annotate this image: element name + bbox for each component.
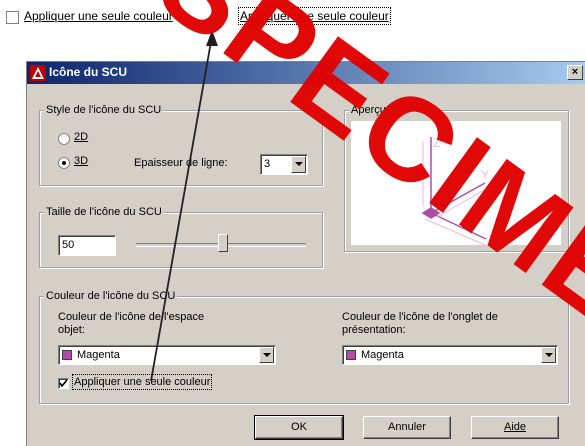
preview-canvas: Z Y xyxy=(351,121,561,246)
callout-checkbox[interactable] xyxy=(6,11,19,24)
color-group-legend: Couleur de l'icône du SCU xyxy=(44,290,178,302)
close-button[interactable]: × xyxy=(567,65,583,80)
axis-z-label: Z xyxy=(433,136,440,150)
magenta-swatch-icon xyxy=(62,350,72,360)
single-color-checkbox[interactable] xyxy=(58,378,69,389)
help-button[interactable]: Aide xyxy=(471,416,559,439)
dialog-title: Icône du SCU xyxy=(49,65,128,79)
close-icon: × xyxy=(571,66,579,78)
single-color-label: Appliquer une seule couleur xyxy=(71,374,213,390)
cancel-button[interactable]: Annuler xyxy=(363,416,451,439)
callout-label-left: Appliquer une seule couleur xyxy=(24,9,173,23)
model-space-color-label: Couleur de l'icône de l'espace objet: xyxy=(58,311,205,336)
preview-group-legend: Aperçu xyxy=(349,104,388,116)
layout-color-select[interactable]: Magenta xyxy=(342,345,558,365)
size-slider-thumb[interactable] xyxy=(217,234,228,252)
size-value: 50 xyxy=(62,239,75,251)
size-input[interactable]: 50 xyxy=(58,235,116,256)
layout-color-value: Magenta xyxy=(361,349,404,361)
checkmark-icon xyxy=(59,379,68,388)
line-width-select[interactable]: 3 xyxy=(260,154,308,175)
ok-button[interactable]: OK xyxy=(254,415,344,440)
model-space-color-select[interactable]: Magenta xyxy=(58,345,276,365)
ucs-icon-dialog: Icône du SCU × Style de l'icône du SCU 2… xyxy=(26,61,585,446)
layout-color-label: Couleur de l'icône de l'onglet de présen… xyxy=(342,311,498,336)
chevron-down-icon[interactable] xyxy=(259,347,274,363)
line-width-value: 3 xyxy=(264,158,271,170)
chevron-down-icon[interactable] xyxy=(291,156,306,173)
autocad-icon xyxy=(30,65,46,81)
callout-strip: Appliquer une seule couleur Appliquer un… xyxy=(0,0,585,40)
size-group: Taille de l'icône du SCU 50 xyxy=(39,206,323,268)
style-group-legend: Style de l'icône du SCU xyxy=(44,104,164,116)
line-width-label: Epaisseur de ligne: xyxy=(134,157,228,169)
preview-group: Aperçu Z Y xyxy=(344,104,569,252)
radio-3d-label: 3D xyxy=(74,155,89,167)
style-group: Style de l'icône du SCU 2D 3D Epaisseur … xyxy=(39,104,323,186)
ucs-preview-icon: Z Y xyxy=(421,136,498,246)
callout-label-right: Appliquer une seule couleur xyxy=(238,7,391,25)
chevron-down-icon[interactable] xyxy=(541,347,556,363)
magenta-swatch-icon xyxy=(346,350,356,360)
axis-y-label: Y xyxy=(481,168,489,182)
radio-2d[interactable] xyxy=(58,133,70,145)
title-bar: Icône du SCU × xyxy=(27,62,585,84)
size-group-legend: Taille de l'icône du SCU xyxy=(44,206,164,218)
model-space-color-value: Magenta xyxy=(77,349,120,361)
radio-3d[interactable] xyxy=(58,157,70,169)
color-group: Couleur de l'icône du SCU Couleur de l'i… xyxy=(39,290,569,404)
radio-2d-label: 2D xyxy=(74,131,89,143)
